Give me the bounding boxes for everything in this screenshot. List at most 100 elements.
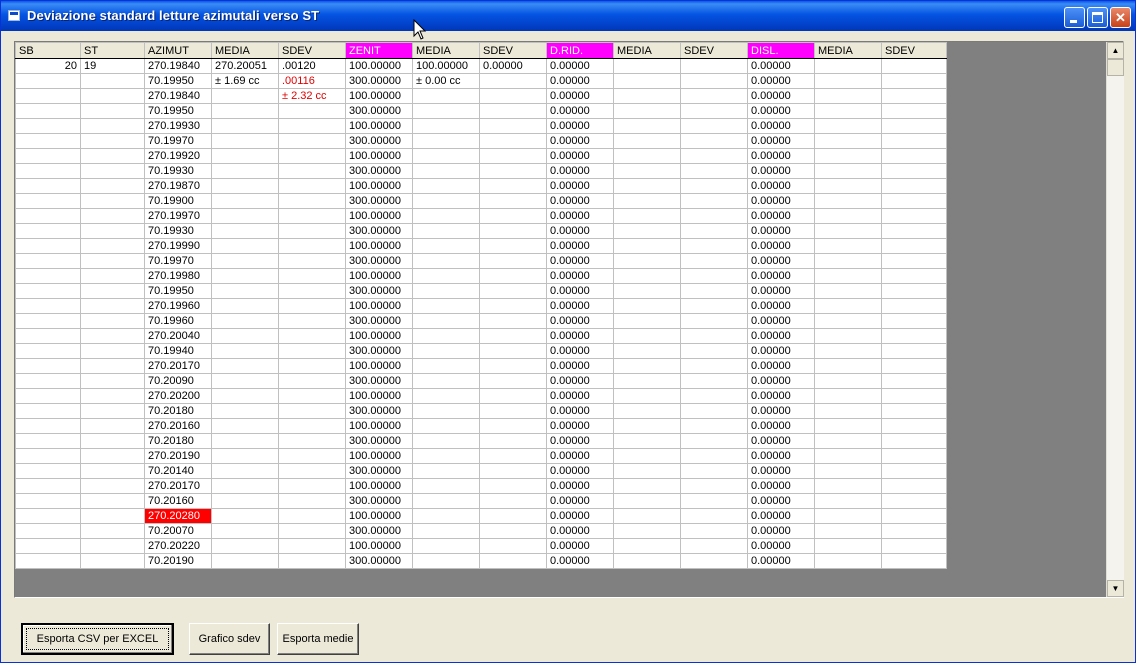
- table-cell[interactable]: [278, 373, 346, 389]
- table-row[interactable]: 270.20200 100.00000 0.00000 0.00000: [15, 388, 947, 404]
- table-cell[interactable]: [80, 73, 145, 89]
- table-cell[interactable]: [680, 268, 748, 284]
- table-cell[interactable]: 0.00000: [747, 358, 815, 374]
- table-cell[interactable]: 70.19960: [144, 313, 212, 329]
- table-cell[interactable]: 300.00000: [345, 163, 413, 179]
- table-cell[interactable]: 70.19970: [144, 133, 212, 149]
- export-csv-button[interactable]: Esporta CSV per EXCEL: [21, 623, 174, 655]
- close-button[interactable]: ✕: [1110, 7, 1131, 28]
- table-cell[interactable]: [211, 433, 279, 449]
- table-cell[interactable]: [80, 343, 145, 359]
- table-row[interactable]: 70.20090 300.00000 0.00000 0.00000: [15, 373, 947, 389]
- table-cell[interactable]: [211, 193, 279, 209]
- table-cell[interactable]: [211, 463, 279, 479]
- table-cell[interactable]: [412, 343, 480, 359]
- table-cell[interactable]: 0.00000: [747, 148, 815, 164]
- table-cell[interactable]: 0.00000: [747, 463, 815, 479]
- table-cell[interactable]: [80, 193, 145, 209]
- table-cell[interactable]: [613, 358, 681, 374]
- table-cell[interactable]: 0.00000: [546, 58, 614, 74]
- table-cell[interactable]: [15, 493, 81, 509]
- table-cell[interactable]: 0.00000: [546, 283, 614, 299]
- table-cell[interactable]: 100.00000: [345, 478, 413, 494]
- table-cell[interactable]: 0.00000: [546, 148, 614, 164]
- table-cell[interactable]: 70.20180: [144, 403, 212, 419]
- table-cell[interactable]: [278, 313, 346, 329]
- table-cell[interactable]: 0.00000: [546, 208, 614, 224]
- table-cell[interactable]: [479, 538, 547, 554]
- table-cell[interactable]: 270.19840: [144, 58, 212, 74]
- table-cell[interactable]: 300.00000: [345, 553, 413, 569]
- table-row[interactable]: 70.20190 300.00000 0.00000 0.00000: [15, 553, 947, 569]
- table-cell[interactable]: [80, 328, 145, 344]
- table-cell[interactable]: [15, 163, 81, 179]
- table-row[interactable]: 70.20180 300.00000 0.00000 0.00000: [15, 403, 947, 419]
- table-cell[interactable]: [814, 88, 882, 104]
- table-cell[interactable]: [613, 238, 681, 254]
- table-cell[interactable]: 0.00000: [546, 223, 614, 239]
- table-row[interactable]: 70.19940 300.00000 0.00000 0.00000: [15, 343, 947, 359]
- table-cell[interactable]: [412, 313, 480, 329]
- table-cell[interactable]: [881, 88, 947, 104]
- table-cell[interactable]: 300.00000: [345, 73, 413, 89]
- table-cell[interactable]: 100.00000: [345, 88, 413, 104]
- table-cell[interactable]: 0.00000: [546, 253, 614, 269]
- table-cell[interactable]: [211, 253, 279, 269]
- table-cell[interactable]: [15, 523, 81, 539]
- table-cell[interactable]: 100.00000: [345, 238, 413, 254]
- table-cell[interactable]: [80, 373, 145, 389]
- table-cell[interactable]: [15, 418, 81, 434]
- table-cell[interactable]: [278, 388, 346, 404]
- table-cell[interactable]: [613, 283, 681, 299]
- table-cell[interactable]: 100.00000: [345, 358, 413, 374]
- table-cell[interactable]: 270.19840: [144, 88, 212, 104]
- table-cell[interactable]: 0.00000: [546, 73, 614, 89]
- table-cell[interactable]: [881, 73, 947, 89]
- table-cell[interactable]: [479, 283, 547, 299]
- table-cell[interactable]: [814, 208, 882, 224]
- table-cell[interactable]: 270.20170: [144, 478, 212, 494]
- table-row[interactable]: 270.20220 100.00000 0.00000 0.00000: [15, 538, 947, 554]
- table-cell[interactable]: 70.19950: [144, 73, 212, 89]
- table-cell[interactable]: [613, 298, 681, 314]
- table-cell[interactable]: [211, 358, 279, 374]
- table-cell[interactable]: [479, 148, 547, 164]
- table-cell[interactable]: 0.00000: [747, 283, 815, 299]
- table-cell[interactable]: 100.00000: [345, 328, 413, 344]
- table-cell[interactable]: [412, 253, 480, 269]
- table-cell[interactable]: [613, 88, 681, 104]
- table-cell[interactable]: [80, 178, 145, 194]
- table-row[interactable]: 70.19900 300.00000 0.00000 0.00000: [15, 193, 947, 209]
- table-cell[interactable]: [613, 208, 681, 224]
- table-cell[interactable]: 0.00000: [747, 253, 815, 269]
- table-cell[interactable]: 300.00000: [345, 313, 413, 329]
- table-cell[interactable]: 70.19940: [144, 343, 212, 359]
- table-cell[interactable]: [80, 523, 145, 539]
- table-cell[interactable]: [814, 253, 882, 269]
- table-cell[interactable]: [680, 373, 748, 389]
- table-cell[interactable]: 300.00000: [345, 433, 413, 449]
- table-cell[interactable]: [814, 103, 882, 119]
- table-cell[interactable]: [15, 148, 81, 164]
- table-row[interactable]: 270.19930 100.00000 0.00000 0.00000: [15, 118, 947, 134]
- table-cell[interactable]: .00120: [278, 58, 346, 74]
- table-cell[interactable]: [479, 343, 547, 359]
- table-cell[interactable]: 270.19990: [144, 238, 212, 254]
- table-cell[interactable]: 70.19900: [144, 193, 212, 209]
- table-cell[interactable]: [412, 298, 480, 314]
- table-cell[interactable]: [412, 193, 480, 209]
- table-cell[interactable]: [211, 403, 279, 419]
- table-cell[interactable]: [80, 118, 145, 134]
- table-cell[interactable]: [80, 538, 145, 554]
- table-cell[interactable]: [278, 103, 346, 119]
- table-cell[interactable]: [881, 133, 947, 149]
- table-cell[interactable]: [80, 163, 145, 179]
- table-cell[interactable]: [881, 208, 947, 224]
- table-row[interactable]: 270.19970 100.00000 0.00000 0.00000: [15, 208, 947, 224]
- table-cell[interactable]: [881, 433, 947, 449]
- table-row[interactable]: 70.19930 300.00000 0.00000 0.00000: [15, 223, 947, 239]
- table-cell[interactable]: [680, 163, 748, 179]
- table-cell[interactable]: 300.00000: [345, 193, 413, 209]
- table-cell[interactable]: 300.00000: [345, 493, 413, 509]
- table-cell[interactable]: [278, 343, 346, 359]
